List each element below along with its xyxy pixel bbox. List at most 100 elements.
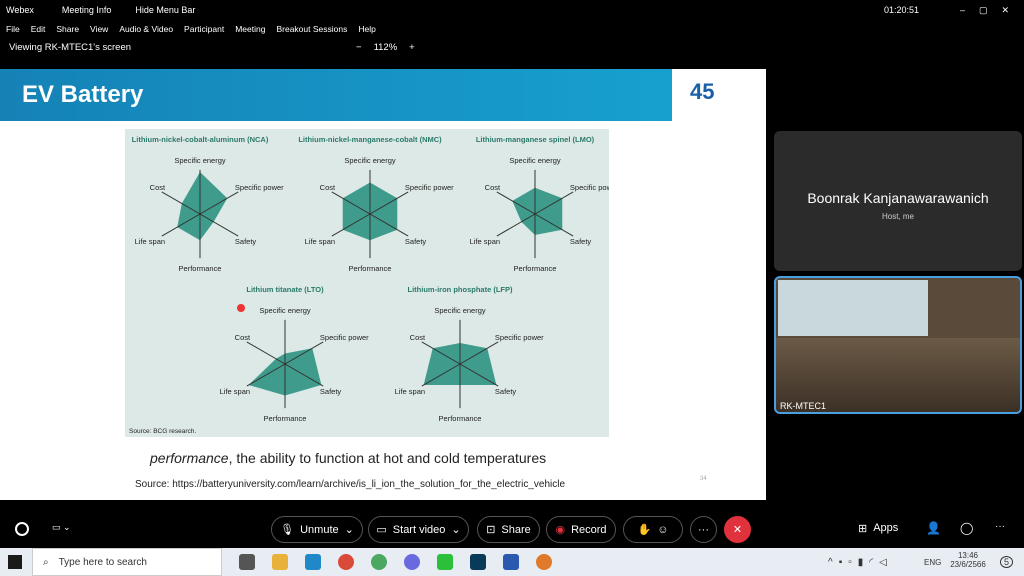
webex-icon[interactable] (470, 554, 486, 570)
start-video-button[interactable]: ▭ Start video ⌄ (368, 516, 469, 543)
participant-video-tile[interactable]: RK-MTEC1 (774, 276, 1022, 414)
window-controls[interactable]: –▢✕ (960, 5, 1023, 16)
participant-tile-host[interactable]: Boonrak Kanjanawarawanich Host, me (774, 131, 1022, 271)
radar-axis-label: Performance (264, 414, 307, 423)
windows-taskbar: ⌕ Type here to search ^▪▫▮◜◁ ENG 13:46 23/… (0, 548, 1024, 576)
unmute-label: Unmute (300, 523, 339, 536)
radar-axis-label: Specific power (405, 183, 454, 192)
radar-axis-label: Performance (439, 414, 482, 423)
apps-button[interactable]: ⊞ Apps (858, 522, 898, 535)
figure-source: Source: BCG research. (129, 428, 196, 435)
layout-icon[interactable] (15, 522, 29, 536)
record-label: Record (571, 523, 607, 536)
radar-axis-label: Specific power (495, 333, 544, 342)
chevron-down-icon: ⌄ (344, 524, 354, 536)
record-button[interactable]: ◉ Record (546, 516, 616, 543)
app-paw-icon[interactable] (536, 554, 552, 570)
laser-pointer (237, 304, 245, 312)
radar-axis-label: Performance (514, 264, 557, 273)
apps-icon: ⊞ (858, 523, 868, 535)
radar-axis-label: Cost (320, 183, 336, 192)
menu-item[interactable]: Edit (31, 24, 46, 34)
share-label: Share (501, 523, 531, 536)
radar-title: Lithium-nickel-cobalt-aluminum (NCA) (132, 135, 269, 144)
title-bar: Webex Meeting Info Hide Menu Bar 01:20:5… (0, 0, 1024, 20)
captions-button[interactable]: ▭ ⌄ (52, 522, 71, 533)
radar-axis-label: Life span (305, 237, 335, 246)
more-options-button[interactable]: ··· (690, 516, 717, 543)
globe-app-icon[interactable] (371, 554, 387, 570)
radar-axis-label: Life span (470, 237, 500, 246)
radar-axis-label: Life span (220, 387, 250, 396)
radar-axis-label: Cost (485, 183, 501, 192)
radar-axis-label: Specific energy (174, 156, 226, 165)
radar-chart: Specific energy Specific power Safety Perfo… (470, 135, 609, 273)
share-button[interactable]: ⊡ Share (477, 516, 540, 543)
slide-page-number: 34 (700, 476, 707, 482)
share-icon: ⊡ (486, 524, 496, 536)
notifications-button[interactable]: 5 (1000, 556, 1014, 568)
menu-bar: File Edit Share View Audio & Video Participan… (0, 20, 376, 38)
radar-axis-label: Specific energy (434, 306, 486, 315)
chevron-down-icon: ⌄ (451, 524, 461, 536)
radar-title: Lithium-nickel-manganese-cobalt (NMC) (298, 135, 442, 144)
radar-chart: Specific energy Specific power Safety Perfo… (298, 135, 454, 273)
participants-icon[interactable]: 👤 (926, 521, 941, 535)
caption-text: , the ability to function at hot and col… (228, 450, 547, 466)
hide-menu-bar-button[interactable]: Hide Menu Bar (135, 5, 195, 15)
menu-item[interactable]: Breakout Sessions (276, 24, 347, 34)
end-call-button[interactable]: ✕ (724, 516, 751, 543)
zoom-control: − 112% + (356, 42, 415, 53)
radar-axis-label: Performance (349, 264, 392, 273)
menu-item[interactable]: Help (358, 24, 375, 34)
slide-header: EV Battery (0, 69, 672, 121)
radar-axis-label: Specific power (320, 333, 369, 342)
radar-figure: Specific energy Specific power Safety Perfo… (125, 129, 609, 437)
language-indicator[interactable]: ENG (924, 558, 941, 567)
zoom-level: 112% (373, 42, 398, 53)
zoom-out-button[interactable]: − (356, 42, 362, 53)
menu-item[interactable]: Share (56, 24, 79, 34)
copilot-icon[interactable] (404, 554, 420, 570)
task-view-icon[interactable] (239, 554, 255, 570)
more-icon[interactable]: ··· (995, 521, 1005, 532)
radar-axis-label: Safety (495, 387, 517, 396)
menu-item[interactable]: Participant (184, 24, 224, 34)
date: 23/6/2566 (950, 560, 986, 569)
radar-axis-label: Safety (570, 237, 592, 246)
system-tray-icons[interactable]: ^▪▫▮◜◁ (828, 557, 893, 568)
menu-item[interactable]: View (90, 24, 108, 34)
app-l-icon[interactable] (305, 554, 321, 570)
raise-hand-icon[interactable]: ✋ (638, 523, 652, 536)
search-placeholder: Type here to search (58, 556, 147, 568)
webex-app-label[interactable]: Webex (6, 5, 34, 15)
unmute-button[interactable]: 🎙 Unmute ⌄ (271, 516, 363, 543)
caption-italic: performance (150, 450, 229, 466)
menu-item[interactable]: File (6, 24, 20, 34)
start-button[interactable] (8, 555, 22, 569)
word-icon[interactable] (503, 554, 519, 570)
participant-role: Host, me (881, 212, 914, 221)
search-icon: ⌕ (43, 556, 49, 568)
radar-title: Lithium-iron phosphate (LFP) (408, 285, 513, 294)
zoom-in-button[interactable]: + (409, 42, 415, 53)
chat-icon[interactable]: ◯ (960, 521, 973, 535)
radar-axis-label: Specific energy (509, 156, 561, 165)
meeting-info-button[interactable]: Meeting Info (62, 5, 112, 15)
time: 13:46 (957, 551, 979, 560)
mic-muted-icon: 🎙 (280, 524, 295, 536)
taskbar-clock[interactable]: 13:46 23/6/2566 (948, 551, 988, 569)
apps-label: Apps (873, 522, 899, 534)
taskbar-search[interactable]: ⌕ Type here to search (32, 548, 222, 576)
chrome-icon[interactable] (338, 554, 354, 570)
line-icon[interactable] (437, 554, 453, 570)
file-explorer-icon[interactable] (272, 554, 288, 570)
participant-name: Boonrak Kanjanawarawanich (807, 190, 989, 206)
radar-axis-label: Cost (410, 333, 426, 342)
menu-item[interactable]: Meeting (235, 24, 265, 34)
reactions-group[interactable]: ✋ ☺ (623, 516, 683, 543)
reactions-icon[interactable]: ☺ (657, 524, 668, 536)
record-icon: ◉ (555, 524, 566, 536)
viewing-label: Viewing RK-MTEC1's screen (9, 42, 132, 53)
menu-item[interactable]: Audio & Video (119, 24, 173, 34)
